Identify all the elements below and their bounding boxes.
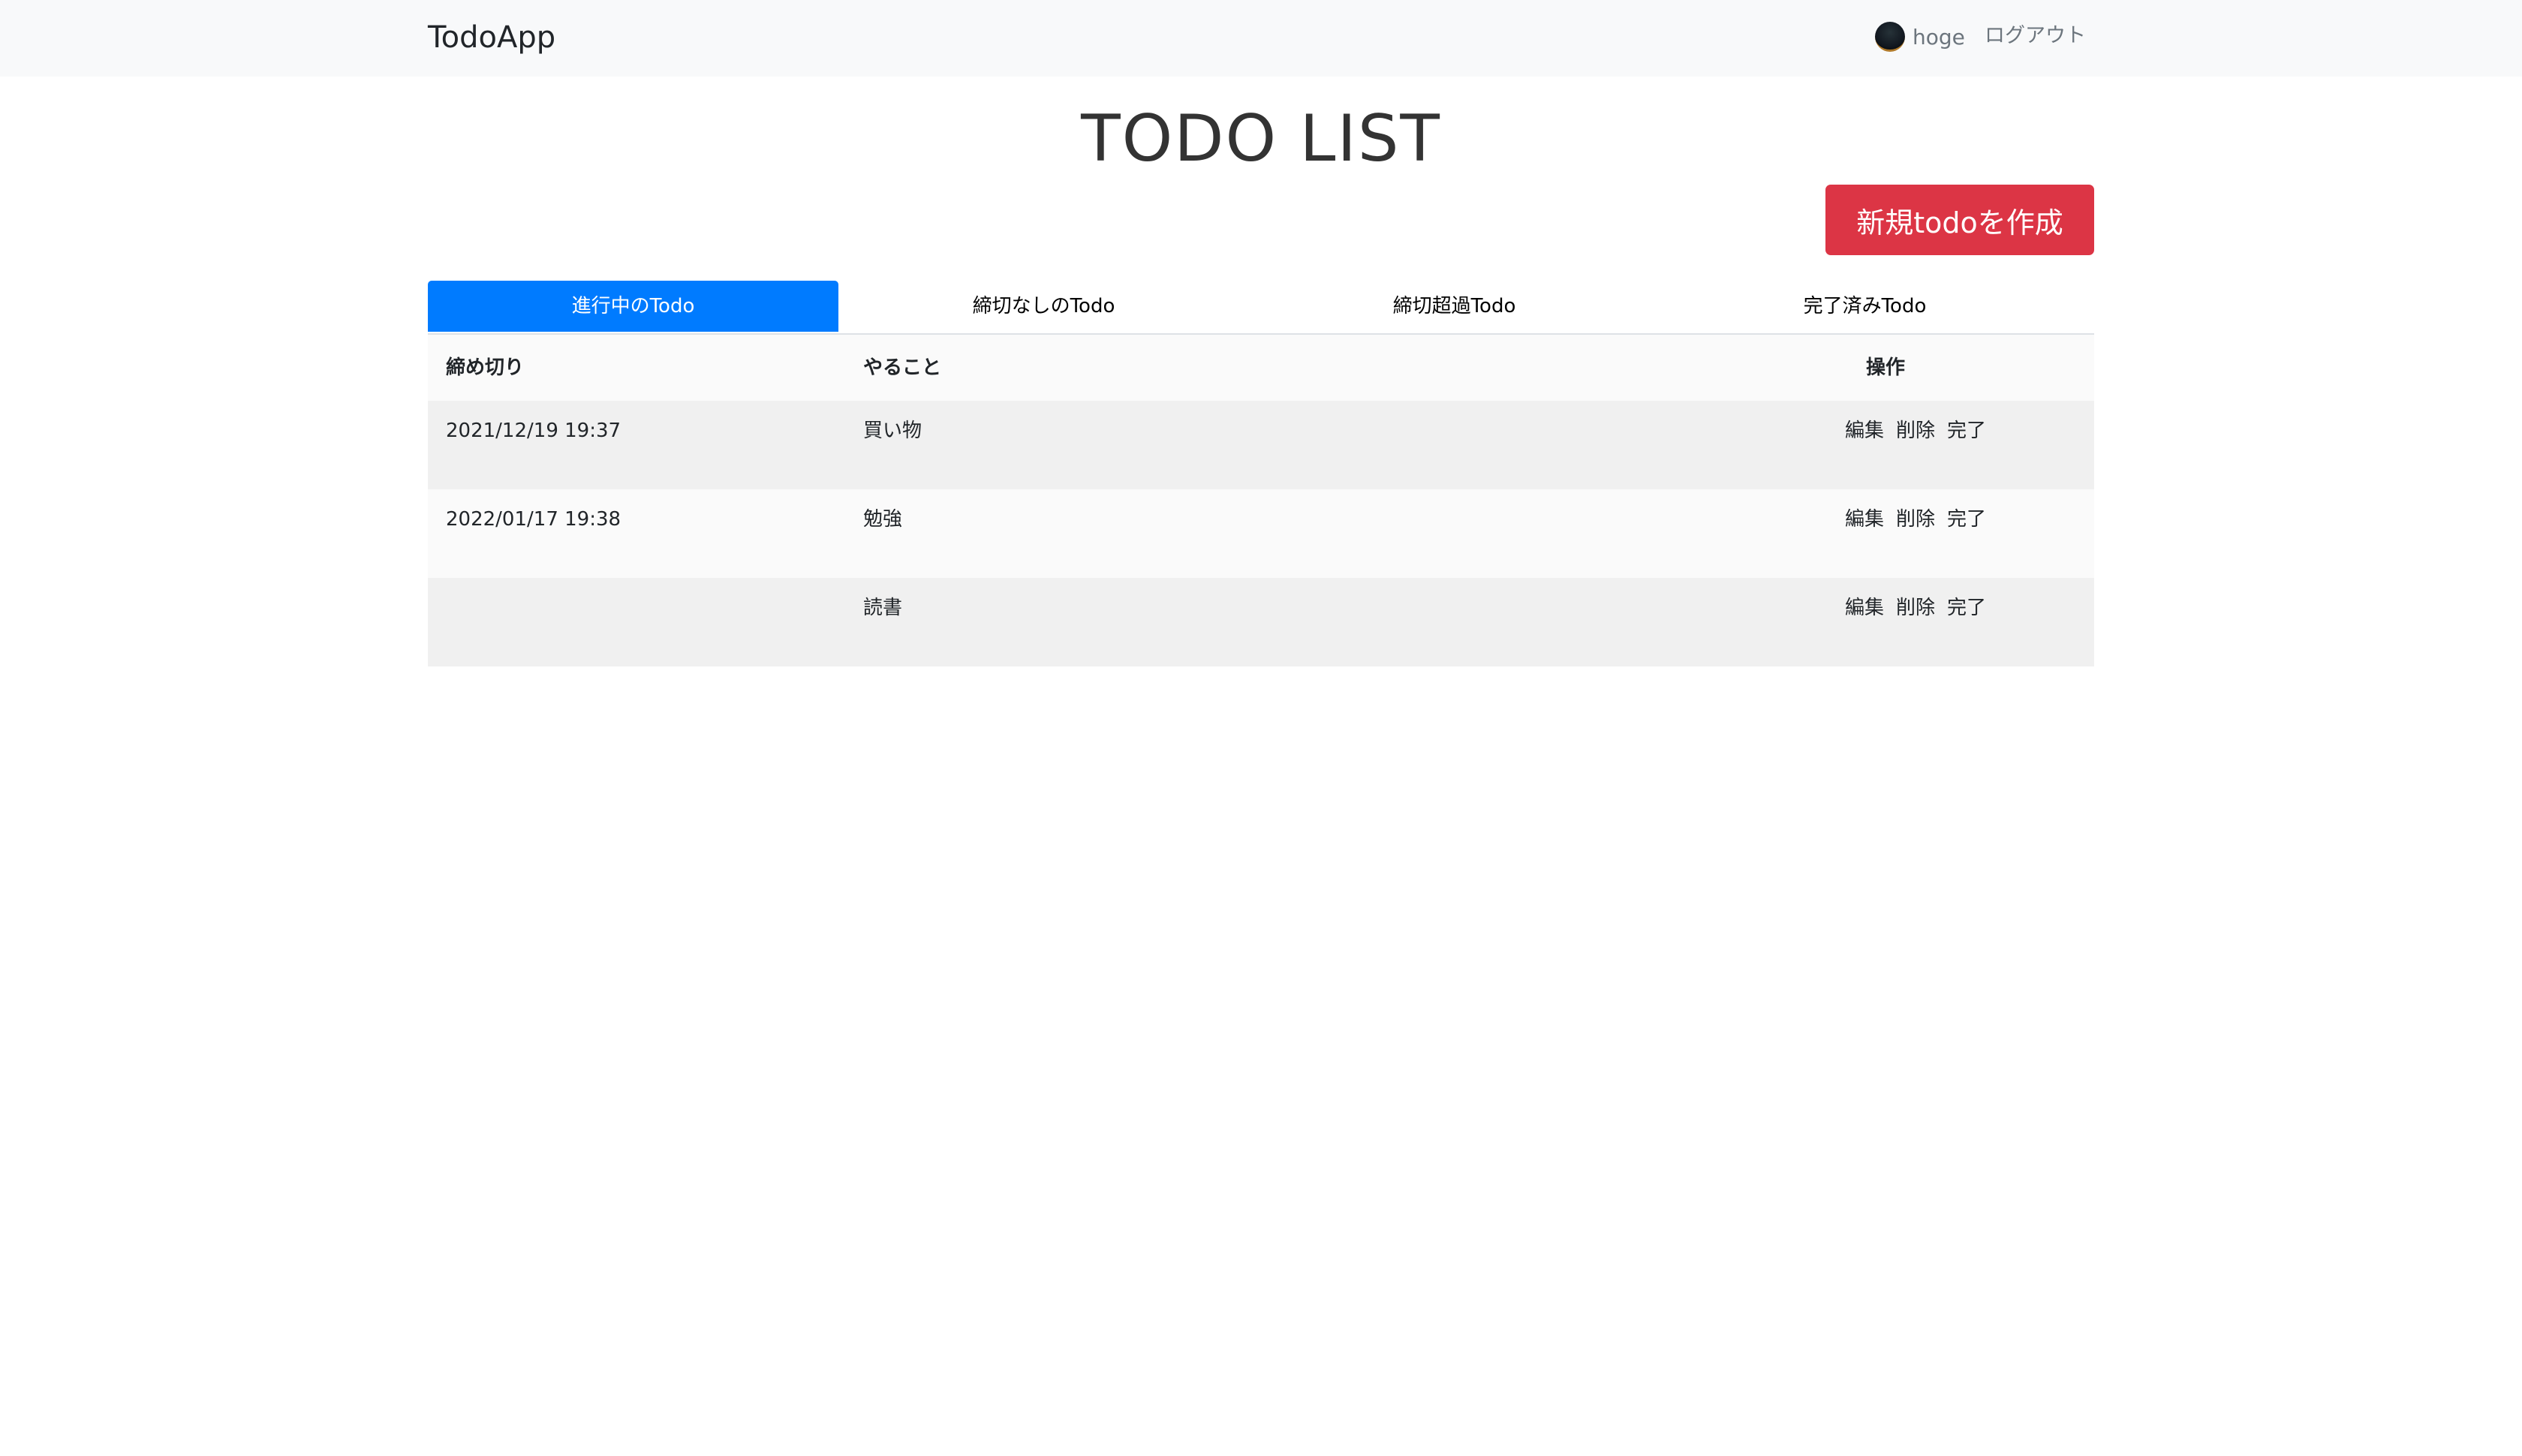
edit-link[interactable]: 編集 <box>1845 416 1884 446</box>
row-actions: 編集 削除 完了 <box>1845 504 1986 534</box>
create-todo-button[interactable]: 新規todoを作成 <box>1825 185 2094 255</box>
navbar: TodoApp hoge ログアウト <box>0 0 2522 77</box>
table-row: 2022/01/17 19:38 勉強 編集 削除 完了 <box>428 489 2094 578</box>
row-actions: 編集 削除 完了 <box>1845 416 1986 446</box>
edit-link[interactable]: 編集 <box>1845 504 1884 534</box>
delete-link[interactable]: 削除 <box>1896 416 1935 446</box>
row-deadline: 2022/01/17 19:38 <box>446 508 621 531</box>
tab-completed[interactable]: 完了済みTodo <box>1660 281 2070 332</box>
complete-link[interactable]: 完了 <box>1947 593 1986 623</box>
logout-link[interactable]: ログアウト <box>1985 21 2086 51</box>
row-deadline: 2021/12/19 19:37 <box>446 420 621 442</box>
todo-tabs: 進行中のTodo 締切なしのTodo 締切超過Todo 完了済みTodo <box>428 281 2094 335</box>
edit-link[interactable]: 編集 <box>1845 593 1884 623</box>
table-row: 読書 編集 削除 完了 <box>428 578 2094 666</box>
app-brand-link[interactable]: TodoApp <box>428 17 555 59</box>
table-row: 2021/12/19 19:37 買い物 編集 削除 完了 <box>428 401 2094 489</box>
complete-link[interactable]: 完了 <box>1947 416 1986 446</box>
todo-table: 締め切り やること 操作 2021/12/19 19:37 買い物 編集 削除 … <box>428 335 2094 666</box>
row-actions: 編集 削除 完了 <box>1845 593 1986 623</box>
user-menu[interactable]: hoge <box>1875 21 1965 53</box>
tab-overdue[interactable]: 締切超過Todo <box>1249 281 1660 332</box>
row-task: 買い物 <box>863 420 922 442</box>
header-task: やること <box>863 356 942 379</box>
page-title: TODO LIST <box>1081 101 1441 176</box>
username-label: hoge <box>1913 24 1965 50</box>
user-avatar <box>1875 22 1905 52</box>
row-task: 勉強 <box>863 508 903 531</box>
tab-no-deadline[interactable]: 締切なしのTodo <box>838 281 1249 332</box>
row-task: 読書 <box>863 597 903 619</box>
header-operations: 操作 <box>1866 356 1906 379</box>
delete-link[interactable]: 削除 <box>1896 593 1935 623</box>
table-header: 締め切り やること 操作 <box>428 335 2094 401</box>
tab-in-progress[interactable]: 進行中のTodo <box>428 281 838 332</box>
complete-link[interactable]: 完了 <box>1947 504 1986 534</box>
header-deadline: 締め切り <box>446 356 525 379</box>
delete-link[interactable]: 削除 <box>1896 504 1935 534</box>
